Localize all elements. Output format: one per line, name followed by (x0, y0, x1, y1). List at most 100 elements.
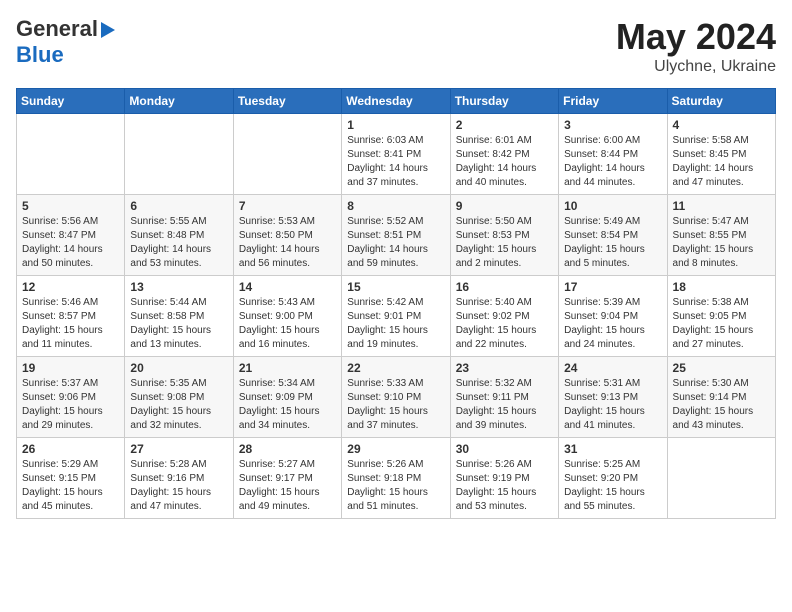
day-number: 17 (564, 280, 661, 294)
calendar-cell: 12 Sunrise: 5:46 AM Sunset: 8:57 PM Dayli… (17, 276, 125, 357)
calendar-cell: 21 Sunrise: 5:34 AM Sunset: 9:09 PM Dayli… (233, 357, 341, 438)
calendar-header-row: SundayMondayTuesdayWednesdayThursdayFrid… (17, 89, 776, 114)
calendar-day-header: Thursday (450, 89, 558, 114)
day-number: 4 (673, 118, 770, 132)
cell-content: Sunrise: 5:50 AM Sunset: 8:53 PM Dayligh… (456, 215, 553, 271)
day-number: 28 (239, 442, 336, 456)
calendar-cell: 19 Sunrise: 5:37 AM Sunset: 9:06 PM Dayli… (17, 357, 125, 438)
day-number: 6 (130, 199, 227, 213)
calendar-cell: 28 Sunrise: 5:27 AM Sunset: 9:17 PM Dayli… (233, 438, 341, 519)
calendar-cell: 23 Sunrise: 5:32 AM Sunset: 9:11 PM Dayli… (450, 357, 558, 438)
calendar-day-header: Friday (559, 89, 667, 114)
day-number: 13 (130, 280, 227, 294)
calendar-week-row: 19 Sunrise: 5:37 AM Sunset: 9:06 PM Dayli… (17, 357, 776, 438)
cell-content: Sunrise: 5:55 AM Sunset: 8:48 PM Dayligh… (130, 215, 227, 271)
day-number: 31 (564, 442, 661, 456)
day-number: 30 (456, 442, 553, 456)
cell-content: Sunrise: 6:00 AM Sunset: 8:44 PM Dayligh… (564, 134, 661, 190)
day-number: 3 (564, 118, 661, 132)
cell-content: Sunrise: 5:58 AM Sunset: 8:45 PM Dayligh… (673, 134, 770, 190)
calendar-cell: 15 Sunrise: 5:42 AM Sunset: 9:01 PM Dayli… (342, 276, 450, 357)
cell-content: Sunrise: 5:32 AM Sunset: 9:11 PM Dayligh… (456, 377, 553, 433)
calendar-cell: 25Sunrise: 5:30 AM Sunset: 9:14 PM Dayli… (667, 357, 775, 438)
cell-content: Sunrise: 5:46 AM Sunset: 8:57 PM Dayligh… (22, 296, 119, 352)
cell-content: Sunrise: 5:47 AM Sunset: 8:55 PM Dayligh… (673, 215, 770, 271)
calendar-cell: 27 Sunrise: 5:28 AM Sunset: 9:16 PM Dayli… (125, 438, 233, 519)
calendar-cell: 22Sunrise: 5:33 AM Sunset: 9:10 PM Dayli… (342, 357, 450, 438)
logo: General Blue (16, 16, 115, 68)
calendar-day-header: Wednesday (342, 89, 450, 114)
day-number: 10 (564, 199, 661, 213)
logo-general-text: General (16, 16, 98, 42)
calendar-cell: 18Sunrise: 5:38 AM Sunset: 9:05 PM Dayli… (667, 276, 775, 357)
day-number: 19 (22, 361, 119, 375)
day-number: 27 (130, 442, 227, 456)
day-number: 8 (347, 199, 444, 213)
calendar-cell: 30Sunrise: 5:26 AM Sunset: 9:19 PM Dayli… (450, 438, 558, 519)
day-number: 11 (673, 199, 770, 213)
day-number: 14 (239, 280, 336, 294)
cell-content: Sunrise: 5:40 AM Sunset: 9:02 PM Dayligh… (456, 296, 553, 352)
calendar-cell (125, 114, 233, 195)
day-number: 21 (239, 361, 336, 375)
day-number: 24 (564, 361, 661, 375)
day-number: 2 (456, 118, 553, 132)
calendar-week-row: 12 Sunrise: 5:46 AM Sunset: 8:57 PM Dayli… (17, 276, 776, 357)
day-number: 26 (22, 442, 119, 456)
cell-content: Sunrise: 6:01 AM Sunset: 8:42 PM Dayligh… (456, 134, 553, 190)
cell-content: Sunrise: 5:35 AM Sunset: 9:08 PM Dayligh… (130, 377, 227, 433)
calendar-location: Ulychne, Ukraine (616, 58, 776, 76)
calendar-cell: 16 Sunrise: 5:40 AM Sunset: 9:02 PM Dayli… (450, 276, 558, 357)
cell-content: Sunrise: 5:44 AM Sunset: 8:58 PM Dayligh… (130, 296, 227, 352)
calendar-cell: 4 Sunrise: 5:58 AM Sunset: 8:45 PM Daylig… (667, 114, 775, 195)
calendar-cell (233, 114, 341, 195)
cell-content: Sunrise: 5:38 AM Sunset: 9:05 PM Dayligh… (673, 296, 770, 352)
calendar-day-header: Monday (125, 89, 233, 114)
calendar-cell: 3 Sunrise: 6:00 AM Sunset: 8:44 PM Daylig… (559, 114, 667, 195)
title-block: May 2024 Ulychne, Ukraine (616, 16, 776, 76)
cell-content: Sunrise: 5:52 AM Sunset: 8:51 PM Dayligh… (347, 215, 444, 271)
calendar-cell: 9 Sunrise: 5:50 AM Sunset: 8:53 PM Daylig… (450, 195, 558, 276)
calendar-cell: 7Sunrise: 5:53 AM Sunset: 8:50 PM Daylig… (233, 195, 341, 276)
calendar-day-header: Tuesday (233, 89, 341, 114)
day-number: 5 (22, 199, 119, 213)
calendar-cell: 29 Sunrise: 5:26 AM Sunset: 9:18 PM Dayli… (342, 438, 450, 519)
calendar-day-header: Sunday (17, 89, 125, 114)
cell-content: Sunrise: 5:56 AM Sunset: 8:47 PM Dayligh… (22, 215, 119, 271)
calendar-week-row: 1Sunrise: 6:03 AM Sunset: 8:41 PM Daylig… (17, 114, 776, 195)
cell-content: Sunrise: 5:34 AM Sunset: 9:09 PM Dayligh… (239, 377, 336, 433)
calendar-week-row: 5 Sunrise: 5:56 AM Sunset: 8:47 PM Daylig… (17, 195, 776, 276)
cell-content: Sunrise: 5:49 AM Sunset: 8:54 PM Dayligh… (564, 215, 661, 271)
day-number: 12 (22, 280, 119, 294)
calendar-cell: 26 Sunrise: 5:29 AM Sunset: 9:15 PM Dayli… (17, 438, 125, 519)
day-number: 16 (456, 280, 553, 294)
page-header: General Blue May 2024 Ulychne, Ukraine (16, 16, 776, 76)
cell-content: Sunrise: 5:31 AM Sunset: 9:13 PM Dayligh… (564, 377, 661, 433)
cell-content: Sunrise: 5:29 AM Sunset: 9:15 PM Dayligh… (22, 458, 119, 514)
calendar-cell (667, 438, 775, 519)
day-number: 29 (347, 442, 444, 456)
day-number: 15 (347, 280, 444, 294)
cell-content: Sunrise: 5:26 AM Sunset: 9:18 PM Dayligh… (347, 458, 444, 514)
calendar-day-header: Saturday (667, 89, 775, 114)
calendar-cell: 10 Sunrise: 5:49 AM Sunset: 8:54 PM Dayli… (559, 195, 667, 276)
calendar-cell: 8 Sunrise: 5:52 AM Sunset: 8:51 PM Daylig… (342, 195, 450, 276)
day-number: 9 (456, 199, 553, 213)
day-number: 23 (456, 361, 553, 375)
cell-content: Sunrise: 5:37 AM Sunset: 9:06 PM Dayligh… (22, 377, 119, 433)
calendar-week-row: 26 Sunrise: 5:29 AM Sunset: 9:15 PM Dayli… (17, 438, 776, 519)
calendar-cell: 2 Sunrise: 6:01 AM Sunset: 8:42 PM Daylig… (450, 114, 558, 195)
cell-content: Sunrise: 5:27 AM Sunset: 9:17 PM Dayligh… (239, 458, 336, 514)
logo-blue-text: Blue (16, 42, 115, 68)
calendar-cell: 11 Sunrise: 5:47 AM Sunset: 8:55 PM Dayli… (667, 195, 775, 276)
cell-content: Sunrise: 5:42 AM Sunset: 9:01 PM Dayligh… (347, 296, 444, 352)
cell-content: Sunrise: 5:39 AM Sunset: 9:04 PM Dayligh… (564, 296, 661, 352)
day-number: 7 (239, 199, 336, 213)
calendar-title: May 2024 (616, 16, 776, 58)
calendar-cell: 31Sunrise: 5:25 AM Sunset: 9:20 PM Dayli… (559, 438, 667, 519)
day-number: 1 (347, 118, 444, 132)
cell-content: Sunrise: 5:30 AM Sunset: 9:14 PM Dayligh… (673, 377, 770, 433)
day-number: 22 (347, 361, 444, 375)
calendar-cell: 6 Sunrise: 5:55 AM Sunset: 8:48 PM Daylig… (125, 195, 233, 276)
cell-content: Sunrise: 5:28 AM Sunset: 9:16 PM Dayligh… (130, 458, 227, 514)
